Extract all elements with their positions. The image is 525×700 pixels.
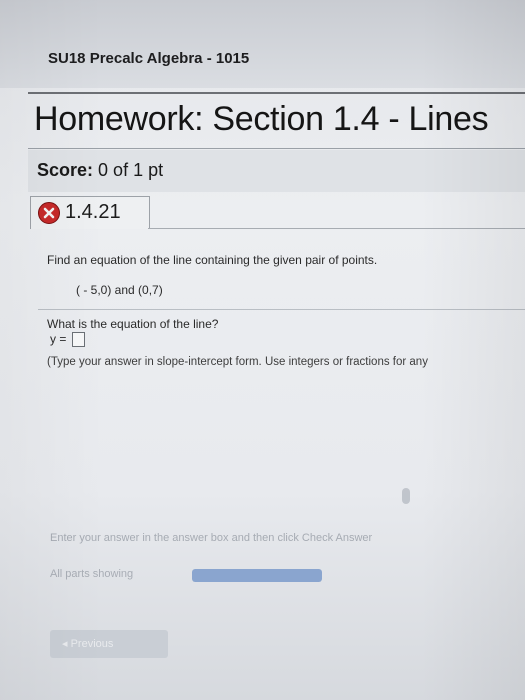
question-prompt: Find an equation of the line containing … xyxy=(47,253,378,267)
score-value: 0 of 1 pt xyxy=(98,160,164,180)
enter-answer-hint: Enter your answer in the answer box and … xyxy=(50,532,373,544)
score-text: Score: 0 of 1 pt xyxy=(37,160,163,181)
answer-input[interactable] xyxy=(72,332,85,347)
header-divider xyxy=(28,92,525,94)
homework-page: SU18 Precalc Algebra - 1015 Homework: Se… xyxy=(0,0,525,700)
question-ask: What is the equation of the line? xyxy=(47,317,219,331)
question-divider xyxy=(38,309,525,310)
parts-progress-bar xyxy=(192,569,322,582)
answer-label: y = xyxy=(50,332,67,346)
parts-progress-fill xyxy=(192,569,322,582)
course-header: SU18 Precalc Algebra - 1015 xyxy=(0,0,525,88)
mouse-cursor-icon xyxy=(402,488,410,504)
answer-hint: (Type your answer in slope-intercept for… xyxy=(47,356,428,368)
question-points: ( - 5,0) and (0,7) xyxy=(76,283,163,297)
homework-title: Homework: Section 1.4 - Lines xyxy=(34,100,489,138)
title-divider xyxy=(28,148,525,149)
score-bar: Score: 0 of 1 pt xyxy=(28,150,525,192)
question-number: 1.4.21 xyxy=(65,201,121,223)
course-title[interactable]: SU18 Precalc Algebra - 1015 xyxy=(48,50,249,67)
score-label: Score: xyxy=(37,160,94,180)
question-tab[interactable]: 1.4.21 xyxy=(30,196,150,229)
parts-showing-label: All parts showing xyxy=(50,568,134,580)
x-icon xyxy=(38,202,60,224)
previous-label: ◂ Previous xyxy=(62,638,114,650)
previous-button[interactable]: ◂ Previous xyxy=(50,630,168,658)
